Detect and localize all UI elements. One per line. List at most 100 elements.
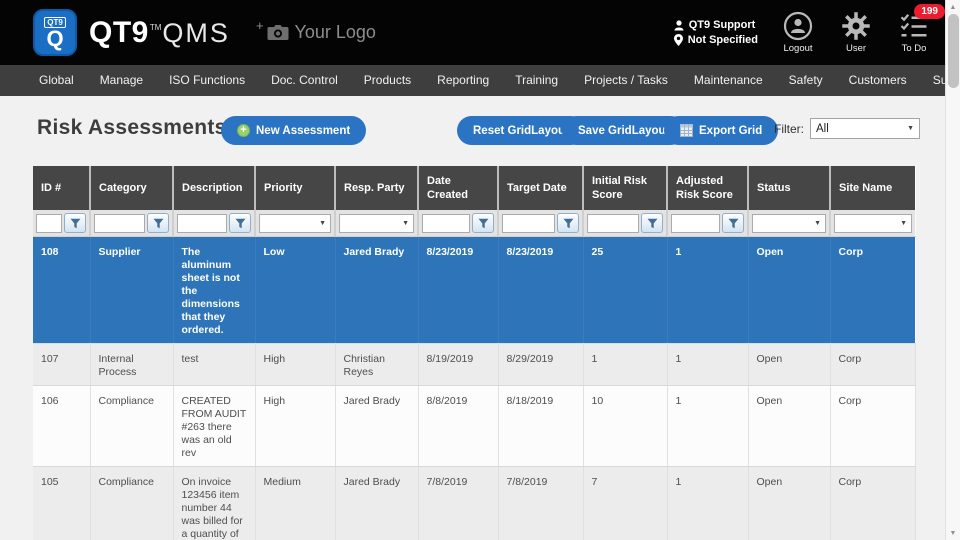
scrollbar-thumb[interactable]: [948, 14, 959, 88]
cell-date-created: 7/8/2019: [418, 466, 499, 540]
filter-input-initial-risk-score[interactable]: [587, 213, 639, 233]
filter-select-site-name[interactable]: ▼: [834, 213, 912, 233]
user-button[interactable]: User: [838, 11, 874, 54]
nav-item-customers[interactable]: Customers: [836, 65, 920, 96]
filter-select-priority[interactable]: ▼: [259, 213, 331, 233]
table-row[interactable]: 106 Compliance CREATED FROM AUDIT #263 the…: [33, 385, 916, 467]
column-header-description[interactable]: Description: [173, 166, 256, 210]
filter-funnel-icon: [728, 218, 738, 228]
cell-status: Open: [748, 343, 831, 386]
column-header-target-date[interactable]: Target Date: [498, 166, 584, 210]
nav-item-global[interactable]: Global: [26, 65, 87, 96]
todo-label: To Do: [901, 43, 927, 54]
filter-input-id[interactable]: [36, 213, 62, 233]
new-assessment-button[interactable]: + New Assessment: [221, 116, 367, 145]
filter-button-description[interactable]: [229, 213, 251, 233]
filter-label: Filter:: [774, 121, 804, 136]
export-grid-button[interactable]: Export Grid: [664, 116, 779, 145]
top-right-actions: QT9 Support Not Specified Logout User 19…: [673, 0, 945, 65]
risk-assessments-grid: ID # Category Description Priority Resp. Par…: [33, 166, 916, 540]
column-header-id[interactable]: ID #: [33, 166, 91, 210]
your-logo-placeholder[interactable]: + Your Logo: [256, 18, 376, 43]
cell-target-date: 8/23/2019: [498, 236, 584, 344]
filter-cell-target-date: [498, 210, 584, 237]
filter-cell-date-created: [418, 210, 499, 237]
person-icon: [674, 19, 684, 30]
column-header-resp-party[interactable]: Resp. Party: [335, 166, 419, 210]
filter-input-target-date[interactable]: [502, 213, 555, 233]
table-row[interactable]: 105 Compliance On invoice 123456 item numb…: [33, 466, 916, 540]
logout-button[interactable]: Logout: [780, 11, 816, 54]
cell-category: Compliance: [90, 385, 174, 467]
nav-item-manage[interactable]: Manage: [87, 65, 156, 96]
logout-label: Logout: [783, 43, 813, 54]
nav-item-maintenance[interactable]: Maintenance: [681, 65, 776, 96]
filter-input-description[interactable]: [177, 213, 227, 233]
column-header-initial-risk-score[interactable]: Initial Risk Score: [583, 166, 668, 210]
qt9-logo[interactable]: QT9 Q: [33, 9, 77, 56]
cell-priority: High: [255, 343, 336, 386]
cell-site-name: Corp: [830, 385, 916, 467]
filter-button-date-created[interactable]: [472, 213, 494, 233]
brand-tm: TM: [149, 22, 162, 32]
page-title: Risk Assessments: [37, 116, 227, 139]
your-logo-label: Your Logo: [294, 22, 376, 42]
new-assessment-label: New Assessment: [256, 124, 351, 137]
nav-item-projects-tasks[interactable]: Projects / Tasks: [571, 65, 681, 96]
filter-cell-id: [33, 210, 91, 237]
nav-item-products[interactable]: Products: [351, 65, 424, 96]
export-grid-label: Export Grid: [699, 124, 763, 137]
nav-item-training[interactable]: Training: [502, 65, 571, 96]
cell-id: 106: [33, 385, 91, 467]
filter-select-resp-party[interactable]: ▼: [339, 213, 414, 233]
cell-initial-risk-score: 1: [583, 343, 668, 386]
nav-item-safety[interactable]: Safety: [776, 65, 836, 96]
filter-cell-resp-party: ▼: [335, 210, 419, 237]
cell-site-name: Corp: [830, 466, 916, 540]
cell-adjusted-risk-score: 1: [667, 385, 749, 467]
cell-date-created: 8/23/2019: [418, 236, 499, 344]
cell-description: The aluminum sheet is not the dimensions…: [173, 236, 256, 344]
filter-button-category[interactable]: [147, 213, 169, 233]
chevron-down-icon: ▼: [900, 219, 907, 227]
filter-select-status[interactable]: ▼: [752, 213, 826, 233]
table-row[interactable]: 108 Supplier The aluminum sheet is not the…: [33, 236, 916, 344]
nav-item-reporting[interactable]: Reporting: [424, 65, 502, 96]
todo-button[interactable]: 199 To Do: [896, 4, 945, 54]
filter-input-date-created[interactable]: [422, 213, 470, 233]
filter-funnel-icon: [478, 218, 488, 228]
filter-select[interactable]: All ▼: [810, 118, 920, 139]
cell-description: CREATED FROM AUDIT #263 there was an old…: [173, 385, 256, 467]
table-row[interactable]: 107 Internal Process test High Christian Rey…: [33, 343, 916, 386]
column-header-adjusted-risk-score[interactable]: Adjusted Risk Score: [667, 166, 749, 210]
chevron-down-icon: ▼: [907, 125, 914, 132]
column-header-date-created[interactable]: Date Created: [418, 166, 499, 210]
filter-input-category[interactable]: [94, 213, 145, 233]
column-header-status[interactable]: Status: [748, 166, 831, 210]
column-header-category[interactable]: Category: [90, 166, 174, 210]
filter-button-id[interactable]: [64, 213, 86, 233]
scroll-down-arrow-icon[interactable]: ▼: [946, 526, 960, 540]
filter-input-adjusted-risk-score[interactable]: [671, 213, 720, 233]
filter-cell-category: [90, 210, 174, 237]
nav-item-doc-control[interactable]: Doc. Control: [258, 65, 351, 96]
filter-select-value: All: [816, 122, 829, 135]
nav-item-iso-functions[interactable]: ISO Functions: [156, 65, 258, 96]
filter-funnel-icon: [235, 218, 245, 228]
cell-resp-party: Jared Brady: [335, 385, 419, 467]
brand-text: QT9 TM QMS: [89, 16, 230, 50]
cell-priority: High: [255, 385, 336, 467]
scroll-up-arrow-icon[interactable]: ▲: [946, 0, 960, 14]
cell-priority: Low: [255, 236, 336, 344]
chevron-down-icon: ▼: [814, 219, 821, 227]
filter-button-target-date[interactable]: [557, 213, 579, 233]
filter-button-initial-risk-score[interactable]: [641, 213, 663, 233]
gear-icon: [842, 12, 870, 40]
cell-target-date: 7/8/2019: [498, 466, 584, 540]
column-header-priority[interactable]: Priority: [255, 166, 336, 210]
export-grid-icon: [680, 124, 693, 137]
column-header-site-name[interactable]: Site Name: [830, 166, 915, 210]
filter-button-adjusted-risk-score[interactable]: [722, 213, 744, 233]
vertical-scrollbar[interactable]: ▲ ▼: [945, 0, 960, 540]
user-label: User: [845, 43, 867, 54]
